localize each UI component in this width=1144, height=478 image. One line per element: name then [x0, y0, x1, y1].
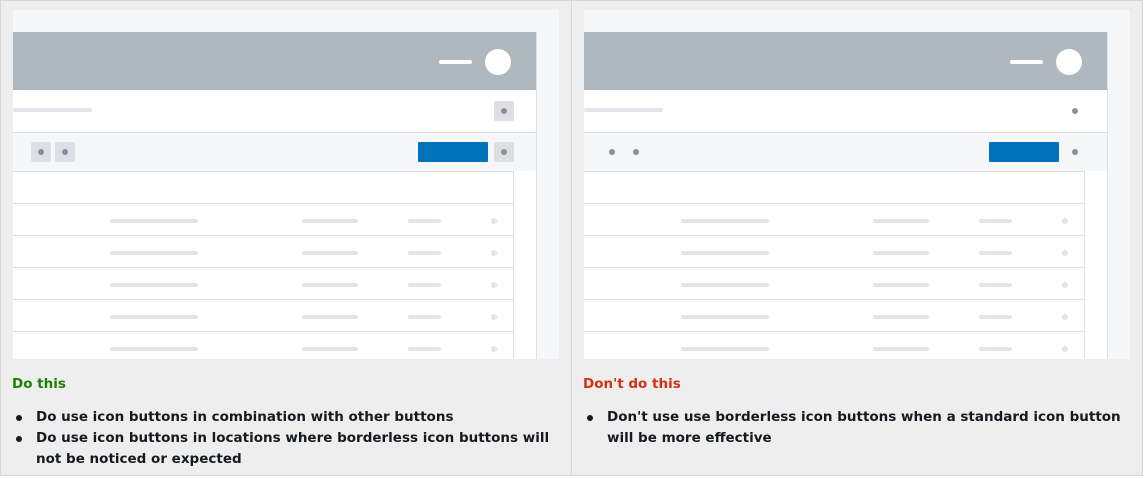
do-title: Do this — [12, 376, 66, 392]
mock-cell-line — [681, 315, 769, 319]
mock-header — [13, 32, 536, 90]
dot-icon — [1072, 149, 1078, 155]
mock-cell-line — [979, 315, 1012, 319]
avatar-icon — [1056, 49, 1082, 75]
mock-table-row — [13, 204, 513, 236]
dot-icon — [1062, 282, 1068, 288]
mock-icon-button — [494, 142, 514, 162]
mock-title-bar — [584, 90, 1107, 133]
mock-cell-line — [408, 283, 441, 287]
mock-action-bar — [584, 133, 1107, 171]
dont-panel: Don't do this Don't use use borderless i… — [571, 0, 1143, 476]
dot-icon — [38, 149, 44, 155]
dot-icon — [1062, 314, 1068, 320]
mock-cell-line — [873, 315, 929, 319]
mock-cell-line — [302, 283, 358, 287]
mock-table-row — [584, 236, 1084, 268]
bullet-icon — [587, 415, 593, 421]
dot-icon — [633, 149, 639, 155]
mock-cell-line — [979, 283, 1012, 287]
mock-primary-button — [989, 142, 1059, 162]
mock-cell-line — [408, 315, 441, 319]
mock-cell-line — [408, 251, 441, 255]
dot-icon — [62, 149, 68, 155]
mock-cell-line — [302, 251, 358, 255]
dont-bullet-list: Don't use use borderless icon buttons wh… — [587, 407, 1132, 449]
do-illustration — [13, 10, 559, 359]
mock-cell-line — [873, 283, 929, 287]
dot-icon — [1062, 218, 1068, 224]
mock-cell-line — [873, 219, 929, 223]
dont-bullet-text: Don't use use borderless icon buttons wh… — [607, 409, 1121, 446]
mock-header-menu-line — [1010, 60, 1043, 64]
mock-header — [584, 32, 1107, 90]
do-bullet-item: Do use icon buttons in combination with … — [16, 407, 561, 428]
dot-icon — [1062, 346, 1068, 352]
mock-title-line — [13, 108, 92, 112]
mock-cell-line — [110, 283, 198, 287]
mock-cell-line — [302, 347, 358, 351]
mock-cell-line — [408, 347, 441, 351]
mock-cell-line — [979, 219, 1012, 223]
dot-icon — [1062, 250, 1068, 256]
mock-cell-line — [979, 347, 1012, 351]
do-bullet-list: Do use icon buttons in combination with … — [16, 407, 561, 470]
mock-cell-line — [873, 251, 929, 255]
mock-table-row — [13, 332, 513, 359]
mock-cell-line — [979, 251, 1012, 255]
mock-title-line — [584, 108, 663, 112]
mock-icon-button — [31, 142, 51, 162]
mock-primary-button — [418, 142, 488, 162]
bullet-icon — [16, 436, 22, 442]
bullet-icon — [16, 415, 22, 421]
dot-icon — [501, 108, 507, 114]
mock-cell-line — [110, 251, 198, 255]
dot-icon — [501, 149, 507, 155]
do-bullet-text: Do use icon buttons in combination with … — [36, 409, 454, 425]
mock-icon-button — [55, 142, 75, 162]
mock-cell-line — [302, 315, 358, 319]
do-panel: Do this Do use icon buttons in combinati… — [0, 0, 572, 476]
mock-table — [13, 171, 514, 359]
mock-cell-line — [681, 219, 769, 223]
mock-header-menu-line — [439, 60, 472, 64]
do-bullet-item: Do use icon buttons in locations where b… — [16, 428, 561, 470]
dot-icon — [491, 282, 497, 288]
mock-cell-line — [681, 347, 769, 351]
mock-table-header-row — [13, 172, 513, 204]
mock-table-row — [584, 300, 1084, 332]
mock-cell-line — [408, 219, 441, 223]
mock-table-row — [584, 204, 1084, 236]
mock-cell-line — [681, 283, 769, 287]
mock-table-row — [13, 236, 513, 268]
mock-table-row — [13, 300, 513, 332]
dont-title: Don't do this — [583, 376, 681, 392]
dont-illustration — [584, 10, 1130, 359]
mock-cell-line — [110, 347, 198, 351]
avatar-icon — [485, 49, 511, 75]
mock-table-row — [13, 268, 513, 300]
mock-cell-line — [681, 251, 769, 255]
mock-cell-line — [110, 315, 198, 319]
mock-cell-line — [302, 219, 358, 223]
mock-action-bar — [13, 133, 536, 171]
mock-table-header-row — [584, 172, 1084, 204]
dot-icon — [609, 149, 615, 155]
mock-table-row — [584, 332, 1084, 359]
dot-icon — [491, 218, 497, 224]
mock-cell-line — [873, 347, 929, 351]
mock-table — [584, 171, 1085, 359]
dot-icon — [491, 346, 497, 352]
mock-icon-button — [494, 101, 514, 121]
mock-cell-line — [110, 219, 198, 223]
mock-title-bar — [13, 90, 536, 133]
dont-bullet-item: Don't use use borderless icon buttons wh… — [587, 407, 1132, 449]
dot-icon — [491, 250, 497, 256]
do-bullet-text: Do use icon buttons in locations where b… — [36, 430, 550, 467]
mock-page — [13, 32, 537, 359]
mock-table-row — [584, 268, 1084, 300]
dot-icon — [491, 314, 497, 320]
dot-icon — [1072, 108, 1078, 114]
mock-page — [584, 32, 1108, 359]
